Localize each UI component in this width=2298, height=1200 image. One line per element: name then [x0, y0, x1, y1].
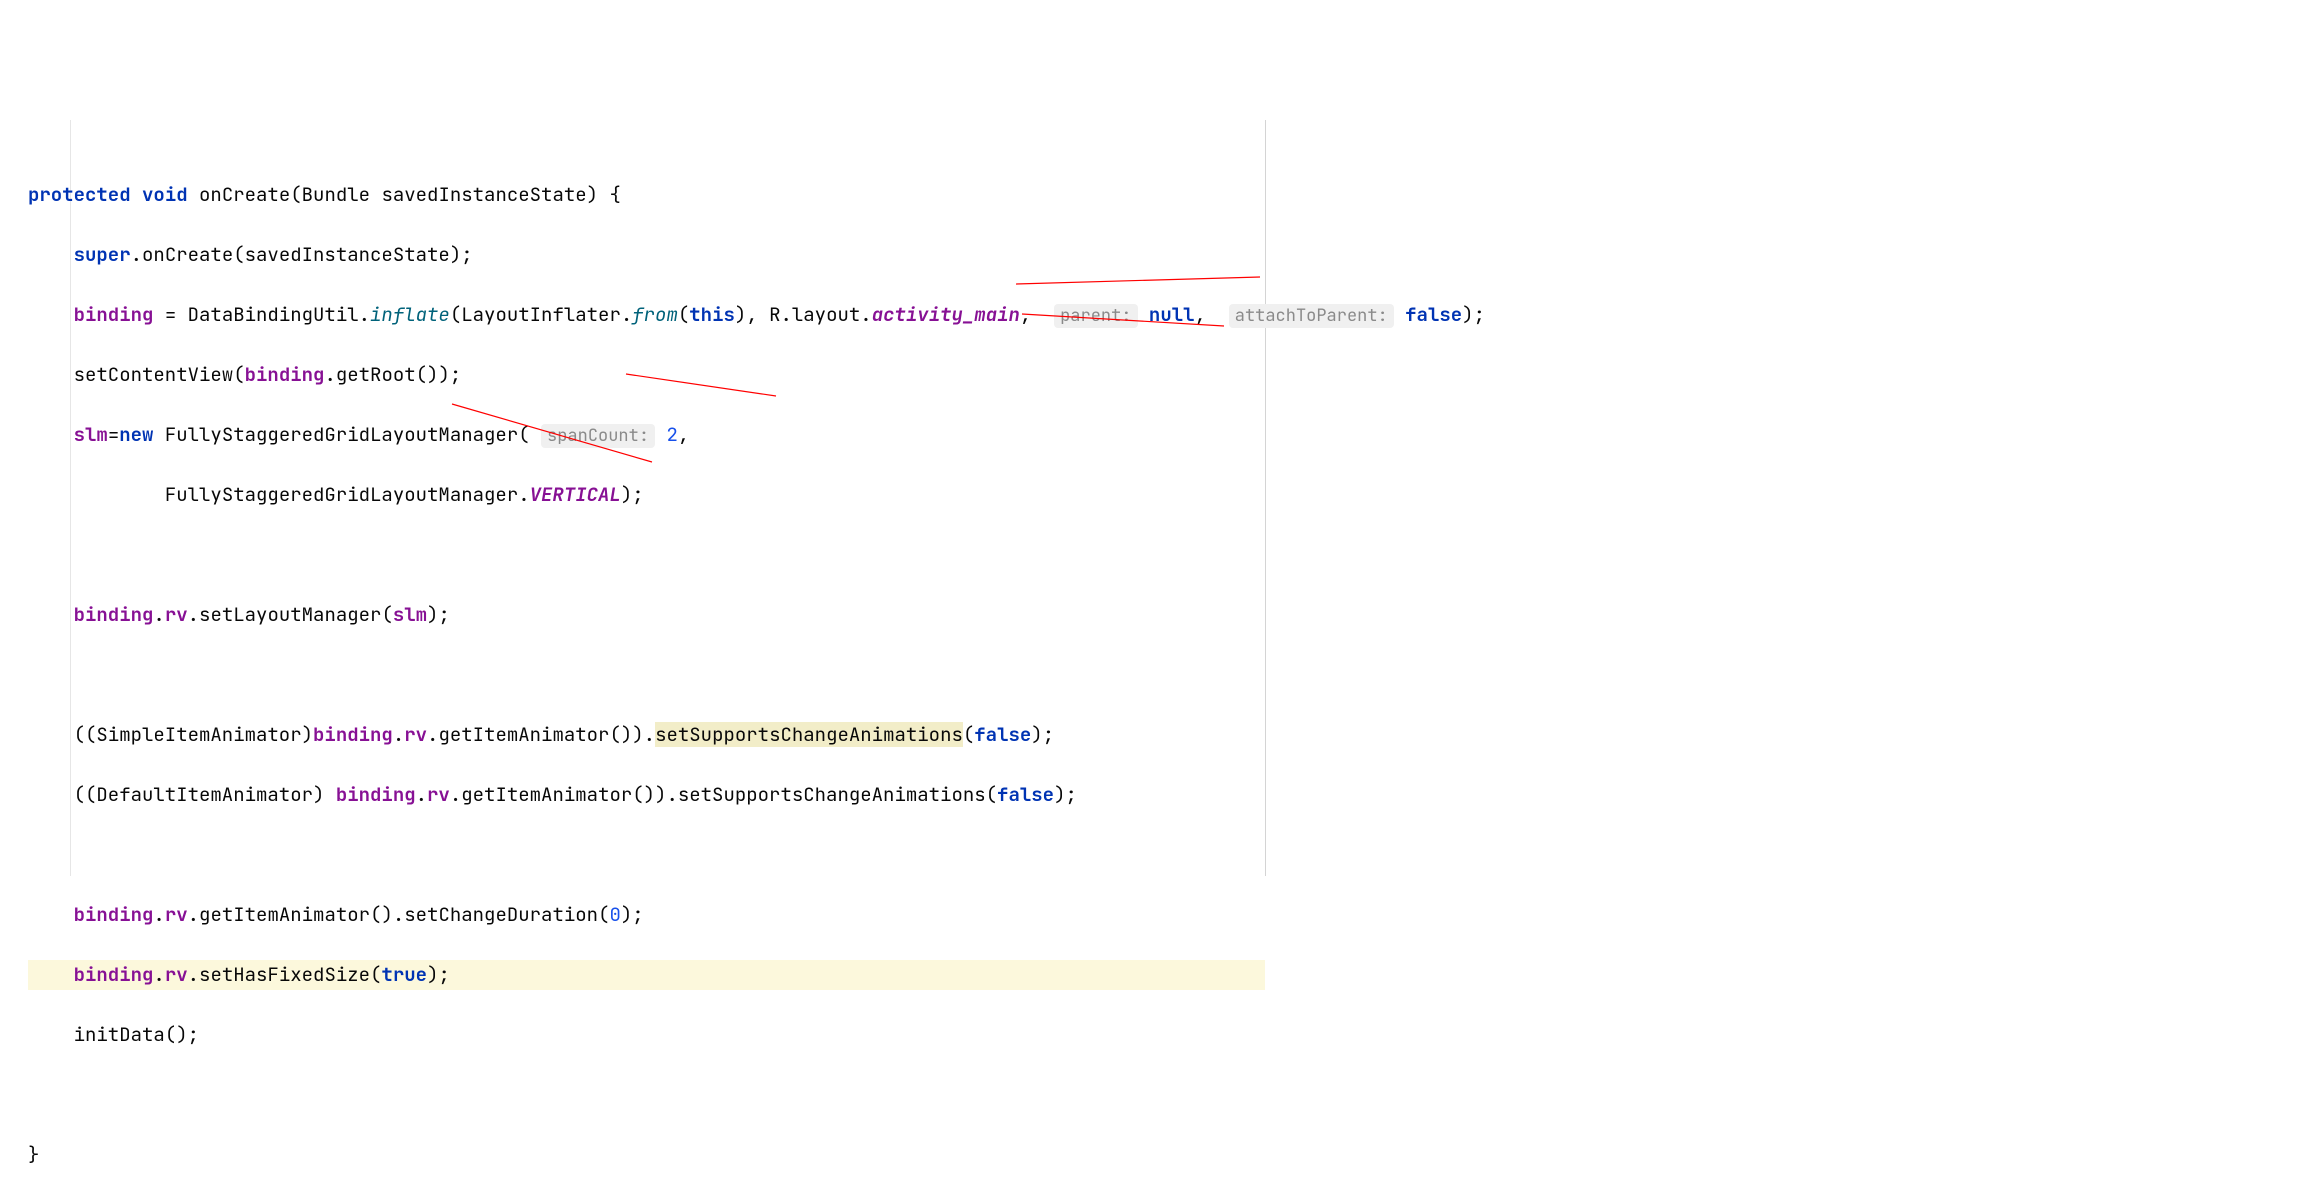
text: ), R.layout.	[735, 302, 872, 327]
text: .getItemAnimator()).setSupportsChangeAni…	[450, 782, 997, 807]
text: initData();	[74, 1022, 199, 1047]
text: ,	[1020, 302, 1043, 327]
method-name: onCreate	[199, 182, 290, 207]
text: (LayoutInflater.	[450, 302, 632, 327]
code-line-13[interactable]: binding.rv.getItemAnimator().setChangeDu…	[28, 900, 1265, 930]
text: );	[427, 602, 450, 627]
keyword: protected	[28, 182, 131, 207]
field: binding	[336, 782, 416, 807]
text: .	[153, 902, 164, 927]
text: (	[963, 722, 974, 747]
code-line-14-highlighted[interactable]: binding.rv.setHasFixedSize(true);	[28, 960, 1265, 990]
field: binding	[74, 302, 154, 327]
keyword: false	[974, 722, 1031, 747]
number: 0	[609, 902, 620, 927]
field: VERTICAL	[530, 482, 621, 507]
keyword: false	[997, 782, 1054, 807]
field: slm	[74, 422, 108, 447]
text: );	[427, 962, 450, 987]
code-line-11[interactable]: ((DefaultItemAnimator) binding.rv.getIte…	[28, 780, 1265, 810]
field: rv	[165, 962, 188, 987]
field: binding	[313, 722, 393, 747]
text: );	[621, 482, 644, 507]
code-line-1[interactable]: protected void onCreate(Bundle savedInst…	[28, 180, 1265, 210]
keyword: null	[1149, 302, 1195, 327]
field: binding	[74, 902, 154, 927]
code-editor[interactable]: protected void onCreate ( Bundle savedInst…	[0, 120, 1266, 876]
keyword: super	[74, 242, 131, 267]
field: rv	[165, 902, 188, 927]
text: FullyStaggeredGridLayoutManager.	[165, 482, 530, 507]
number: 2	[666, 422, 677, 447]
text: FullyStaggeredGridLayoutManager(	[153, 422, 541, 447]
field: binding	[74, 602, 154, 627]
parameter-hint: spanCount:	[541, 424, 655, 448]
code-line-15[interactable]: initData();	[28, 1020, 1265, 1050]
keyword: true	[381, 962, 427, 987]
field: slm	[393, 602, 427, 627]
keyword: void	[142, 182, 188, 207]
parameter-hint: parent:	[1054, 304, 1137, 328]
code-line-9[interactable]	[28, 660, 1265, 690]
code-line-8[interactable]: binding.rv.setLayoutManager(slm);	[28, 600, 1265, 630]
static-method: from	[632, 302, 678, 327]
param-type: Bundle	[302, 182, 370, 207]
text: .	[393, 722, 404, 747]
parameter-hint: attachToParent:	[1229, 304, 1394, 328]
code-line-16[interactable]	[28, 1080, 1265, 1110]
text: .onCreate(savedInstanceState);	[131, 242, 473, 267]
code-line-17[interactable]: }	[28, 1140, 1265, 1170]
code-line-7[interactable]	[28, 540, 1265, 570]
field: binding	[74, 962, 154, 987]
text: .	[416, 782, 427, 807]
field: rv	[404, 722, 427, 747]
keyword: new	[119, 422, 153, 447]
text	[655, 422, 666, 447]
code-line-3[interactable]: binding = DataBindingUtil.inflate(Layout…	[28, 300, 1265, 330]
text: );	[1462, 302, 1485, 327]
field: binding	[245, 362, 325, 387]
text	[1138, 302, 1149, 327]
code-line-12[interactable]	[28, 840, 1265, 870]
text: ((DefaultItemAnimator)	[74, 782, 336, 807]
text: .getItemAnimator().setChangeDuration(	[188, 902, 610, 927]
text: .getRoot());	[324, 362, 461, 387]
code-line-6[interactable]: FullyStaggeredGridLayoutManager.VERTICAL…	[28, 480, 1265, 510]
text: .	[153, 602, 164, 627]
text: = DataBindingUtil.	[153, 302, 370, 327]
keyword: this	[689, 302, 735, 327]
text: );	[621, 902, 644, 927]
code-line-10[interactable]: ((SimpleItemAnimator)binding.rv.getItemA…	[28, 720, 1265, 750]
field: activity_main	[872, 302, 1020, 327]
static-method: inflate	[370, 302, 450, 327]
param-name: savedInstanceState	[381, 182, 586, 207]
text	[1394, 302, 1405, 327]
highlighted-identifier: setSupportsChangeAnimations	[655, 722, 963, 747]
text: (	[678, 302, 689, 327]
code-line-2[interactable]: super.onCreate(savedInstanceState);	[28, 240, 1265, 270]
text: setContentView(	[74, 362, 245, 387]
code-line-5[interactable]: slm=new FullyStaggeredGridLayoutManager(…	[28, 420, 1265, 450]
text: ) {	[587, 182, 621, 207]
text: .	[153, 962, 164, 987]
keyword: false	[1405, 302, 1462, 327]
text: .setLayoutManager(	[188, 602, 393, 627]
text: );	[1054, 782, 1077, 807]
text: .setHasFixedSize(	[188, 962, 382, 987]
text: );	[1031, 722, 1054, 747]
field: rv	[165, 602, 188, 627]
text: ((SimpleItemAnimator)	[74, 722, 313, 747]
field: rv	[427, 782, 450, 807]
text: .getItemAnimator()).	[427, 722, 655, 747]
code-line-4[interactable]: setContentView(binding.getRoot());	[28, 360, 1265, 390]
text: }	[28, 1142, 39, 1167]
text: =	[108, 422, 119, 447]
text: ,	[678, 422, 689, 447]
text: ,	[1195, 302, 1218, 327]
